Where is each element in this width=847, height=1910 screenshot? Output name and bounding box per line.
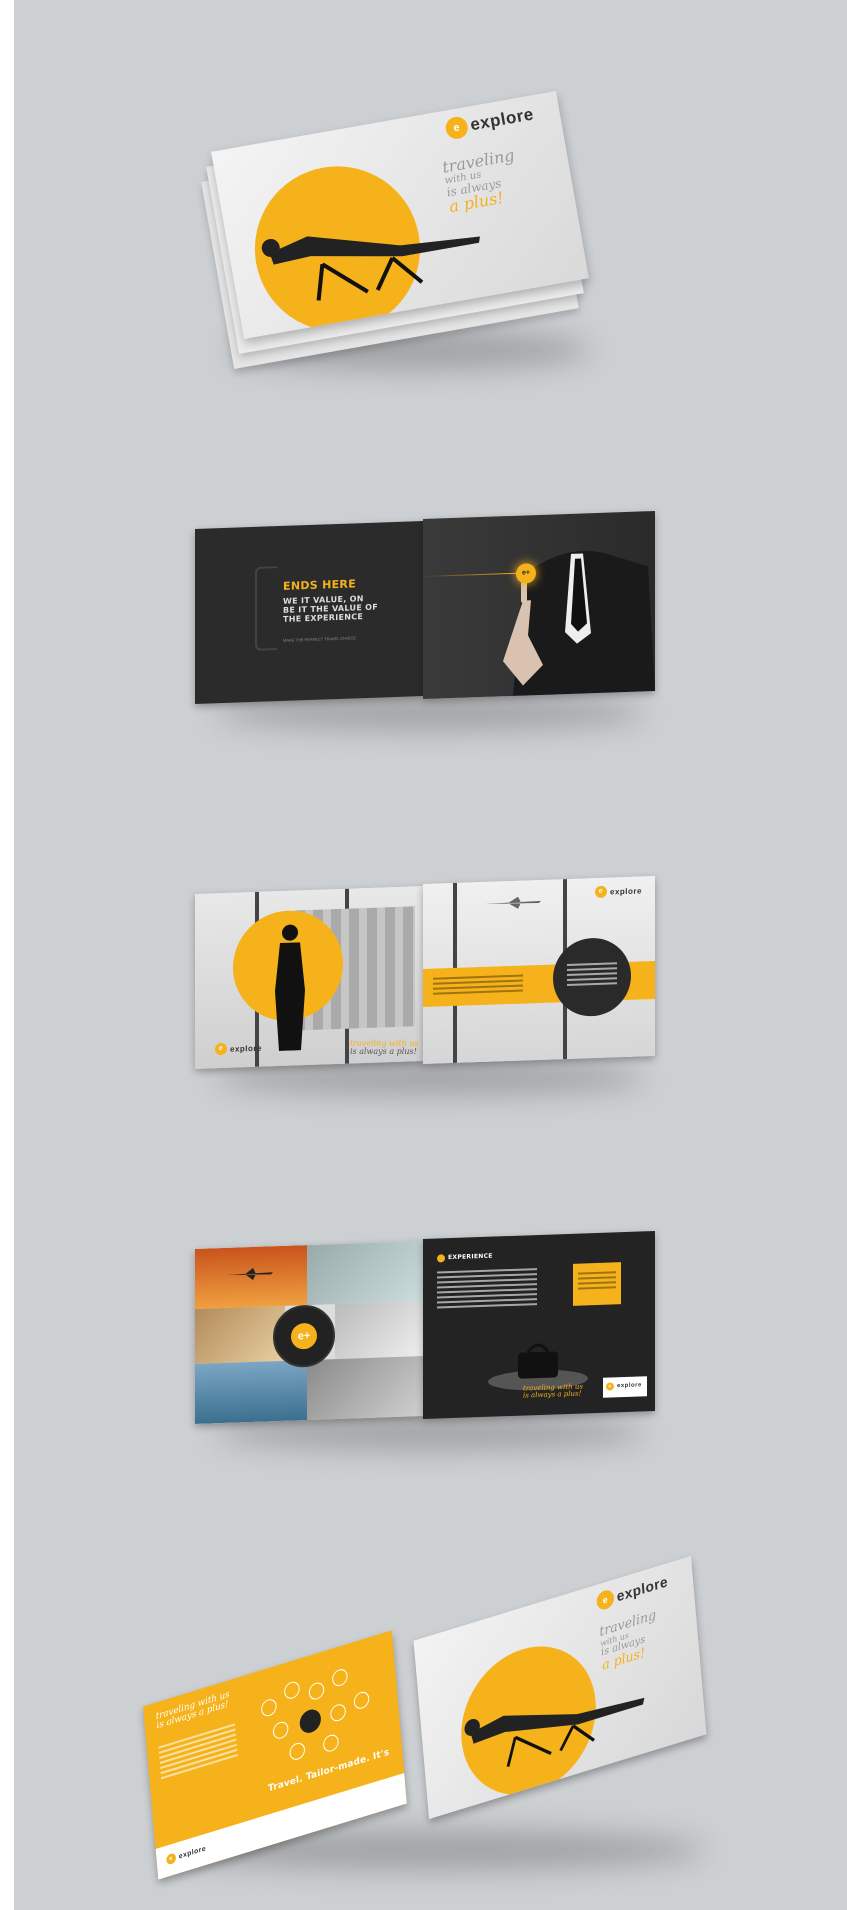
front-cover: e explore traveling with us is always a … [413, 1555, 707, 1820]
mockup-dark-spread: ENDS HERE WE IT VALUE, ON BE IT THE VALU… [195, 505, 665, 735]
mockup-skyline-spread: e explore e explore traveling with us is… [195, 870, 665, 1100]
spa-photo [307, 1241, 423, 1306]
dark-page-body: WE IT VALUE, ON BE IT THE VALUE OF THE E… [283, 594, 379, 624]
airplane-image [485, 896, 541, 909]
woman-silhouette-image [275, 924, 305, 1052]
cover-tagline: traveling with us is always a plus! [440, 145, 516, 217]
front-cover-logo: e explore [595, 1572, 669, 1612]
center-badge: e+ [291, 1322, 317, 1350]
back-cover-text [158, 1720, 238, 1782]
left-page: ENDS HERE WE IT VALUE, ON BE IT THE VALU… [195, 521, 423, 704]
page-logo: e explore [595, 884, 642, 899]
cover-logo: e explore [443, 103, 535, 141]
spread-tagline: traveling with us is always a plus! [350, 1039, 419, 1057]
right-page: EXPERIENCE traveling with us is always a… [423, 1230, 655, 1420]
page-logo: e explore [215, 1042, 262, 1056]
business-people-photo [307, 1356, 423, 1421]
airplane-icon [227, 1267, 273, 1280]
right-page: e explore [423, 875, 655, 1065]
mockup-closed-brochure-stack: e explore traveling with us is always a … [200, 80, 620, 380]
dark-page-footer: MAKE THE PERFECT TRAVEL CHOICE [283, 635, 356, 643]
section-title: EXPERIENCE [437, 1252, 493, 1263]
dark-page-headline: ENDS HERE [283, 577, 357, 593]
city-photo [335, 1301, 423, 1360]
hotel-room-photo [195, 1305, 285, 1364]
businessman-pointing-image [503, 550, 655, 696]
yellow-note-box [573, 1262, 621, 1306]
mockup-open-brochure-perspective: traveling with us is always a plus! Trav… [125, 1555, 745, 1880]
logo-card: e explore [603, 1376, 647, 1398]
pool-photo [195, 1360, 307, 1424]
right-page: e+ [423, 510, 655, 700]
experience-list [437, 1265, 537, 1311]
dark-info-circle [553, 936, 631, 1018]
quote-mark-icon [255, 566, 277, 651]
left-page-collage: e+ [195, 1241, 423, 1424]
dark-page-tagline: traveling with us is always a plus! [523, 1382, 583, 1400]
mockup-collage-spread: e+ EXPERIENCE traveling with us is alway… [195, 1225, 665, 1455]
